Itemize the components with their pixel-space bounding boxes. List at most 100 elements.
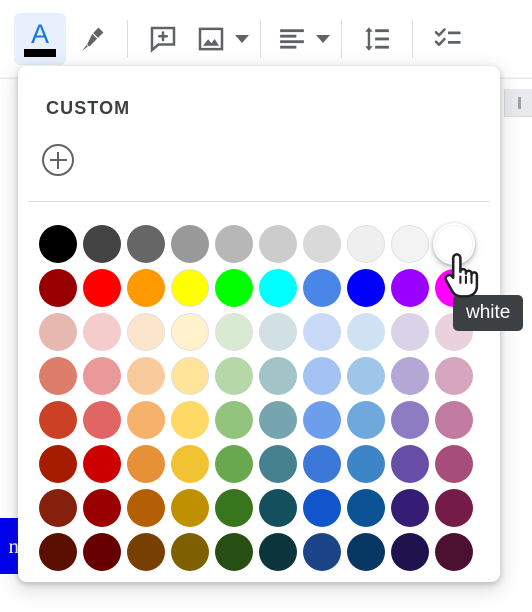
color-swatch[interactable] (168, 310, 212, 354)
color-swatch[interactable] (80, 354, 124, 398)
color-swatch[interactable] (256, 310, 300, 354)
insert-image-button[interactable] (189, 13, 233, 65)
color-swatch-fill (127, 225, 165, 263)
color-swatch[interactable] (212, 310, 256, 354)
align-dropdown-arrow[interactable] (316, 35, 330, 43)
color-swatch[interactable] (344, 398, 388, 442)
color-swatch[interactable] (80, 310, 124, 354)
color-swatch[interactable] (36, 486, 80, 530)
add-custom-color-button[interactable] (42, 144, 74, 176)
color-swatch[interactable] (432, 398, 476, 442)
color-swatch[interactable] (36, 310, 80, 354)
color-swatch-fill (39, 401, 77, 439)
align-button[interactable] (270, 13, 314, 65)
color-swatch[interactable] (36, 222, 80, 266)
color-swatch[interactable] (80, 486, 124, 530)
color-swatch[interactable] (432, 222, 476, 266)
color-swatch[interactable] (388, 354, 432, 398)
color-swatch[interactable] (300, 398, 344, 442)
color-swatch[interactable] (344, 222, 388, 266)
color-swatch[interactable] (212, 222, 256, 266)
color-swatch[interactable] (344, 486, 388, 530)
line-spacing-button[interactable] (351, 13, 403, 65)
color-swatch[interactable] (300, 442, 344, 486)
color-swatch[interactable] (80, 442, 124, 486)
color-swatch[interactable] (388, 222, 432, 266)
color-swatch[interactable] (212, 354, 256, 398)
color-swatch[interactable] (168, 266, 212, 310)
color-swatch[interactable] (124, 398, 168, 442)
color-swatch[interactable] (80, 530, 124, 574)
color-swatch[interactable] (168, 486, 212, 530)
color-swatch[interactable] (256, 398, 300, 442)
color-swatch-fill (39, 357, 77, 395)
color-swatch[interactable] (212, 530, 256, 574)
color-swatch[interactable] (300, 222, 344, 266)
insert-image-dropdown-arrow[interactable] (235, 35, 249, 43)
color-swatch[interactable] (300, 486, 344, 530)
checklist-button[interactable] (422, 13, 474, 65)
color-swatch-fill (39, 225, 77, 263)
color-swatch[interactable] (124, 222, 168, 266)
color-swatch[interactable] (168, 354, 212, 398)
color-swatch[interactable] (36, 354, 80, 398)
color-row-tint-60 (36, 354, 476, 398)
color-swatch[interactable] (432, 486, 476, 530)
highlight-color-button[interactable] (66, 13, 118, 65)
color-swatch-fill (303, 313, 341, 351)
color-swatch[interactable] (388, 266, 432, 310)
color-swatch[interactable] (388, 310, 432, 354)
color-swatch[interactable] (344, 442, 388, 486)
highlighted-text-fragment[interactable]: n (0, 518, 20, 574)
color-swatch[interactable] (80, 222, 124, 266)
color-swatch[interactable] (388, 398, 432, 442)
color-swatch-fill (259, 533, 297, 571)
color-swatch[interactable] (80, 266, 124, 310)
color-swatch[interactable] (256, 530, 300, 574)
color-swatch[interactable] (344, 310, 388, 354)
color-swatch[interactable] (256, 354, 300, 398)
color-swatch-fill (215, 357, 253, 395)
color-swatch[interactable] (124, 310, 168, 354)
color-swatch[interactable] (300, 310, 344, 354)
color-swatch[interactable] (432, 530, 476, 574)
color-swatch[interactable] (300, 354, 344, 398)
scrollbar-thumb[interactable] (504, 89, 532, 117)
color-swatch[interactable] (256, 222, 300, 266)
color-swatch[interactable] (36, 398, 80, 442)
add-comment-button[interactable] (137, 13, 189, 65)
color-swatch[interactable] (344, 354, 388, 398)
text-color-button[interactable]: A (14, 13, 66, 65)
color-swatch[interactable] (168, 442, 212, 486)
color-swatch[interactable] (256, 266, 300, 310)
color-swatch-fill (171, 489, 209, 527)
color-swatch[interactable] (124, 486, 168, 530)
color-swatch[interactable] (388, 530, 432, 574)
color-swatch[interactable] (124, 266, 168, 310)
color-swatch[interactable] (36, 266, 80, 310)
color-swatch[interactable] (344, 266, 388, 310)
color-swatch[interactable] (124, 442, 168, 486)
color-swatch[interactable] (256, 486, 300, 530)
color-swatch-fill (39, 533, 77, 571)
color-swatch[interactable] (36, 442, 80, 486)
color-swatch[interactable] (432, 354, 476, 398)
color-swatch[interactable] (388, 486, 432, 530)
color-swatch[interactable] (344, 530, 388, 574)
color-swatch[interactable] (256, 442, 300, 486)
color-swatch[interactable] (124, 354, 168, 398)
color-swatch[interactable] (124, 530, 168, 574)
color-swatch[interactable] (388, 442, 432, 486)
color-swatch[interactable] (168, 398, 212, 442)
color-swatch[interactable] (212, 398, 256, 442)
color-swatch[interactable] (432, 442, 476, 486)
color-swatch[interactable] (212, 266, 256, 310)
color-swatch[interactable] (80, 398, 124, 442)
color-swatch[interactable] (168, 222, 212, 266)
color-swatch[interactable] (300, 530, 344, 574)
color-swatch[interactable] (36, 530, 80, 574)
color-swatch[interactable] (300, 266, 344, 310)
color-swatch[interactable] (212, 486, 256, 530)
color-swatch[interactable] (168, 530, 212, 574)
color-swatch[interactable] (212, 442, 256, 486)
